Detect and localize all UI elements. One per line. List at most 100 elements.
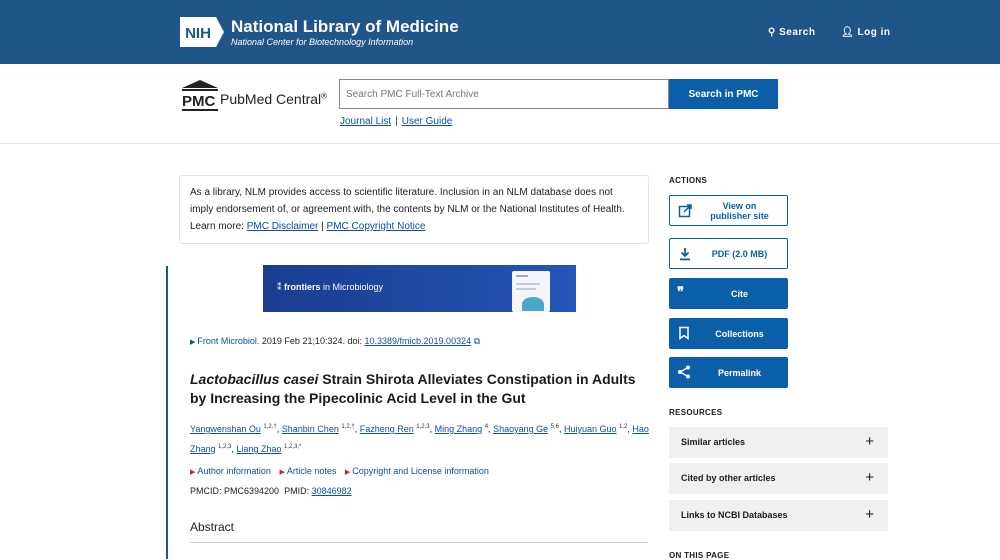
cite-label: Cite [730, 288, 748, 299]
site-title[interactable]: National Library of Medicine [231, 17, 459, 37]
caret-right-icon: ▶ [190, 469, 196, 476]
title-species: Lactobacillus casei [190, 371, 319, 387]
cite-button[interactable]: ❞ Cite [669, 278, 788, 309]
caret-right-icon: ▶ [344, 469, 351, 476]
author-affiliation: 1,2,† [341, 424, 355, 430]
banner-text: ⁑ frontiers in Microbiology [277, 282, 383, 293]
external-link-icon: ⧉ [471, 336, 481, 346]
journal-list-link[interactable]: Journal List [340, 116, 391, 127]
disclaimer-learn-more: Learn more: PMC Disclaimer | PMC Copyrig… [190, 218, 638, 235]
pmc-search-input[interactable] [339, 79, 669, 109]
author-link[interactable]: Shaoyang Ge [493, 424, 548, 434]
pmcid-text: PMCID: PMC6394200 [190, 486, 280, 496]
article-meta-links: ▶ Author information ▶ Article notes ▶ Copy… [190, 466, 495, 476]
author-affiliation: 4 [484, 424, 489, 430]
author-affiliation: 1,2,3 [218, 444, 232, 450]
article-title: Lactobacillus casei Strain Shirota Allev… [190, 370, 640, 408]
article-notes-label: Article notes [286, 466, 337, 476]
author-list: Yangwenshan Ou 1,2,†, Shanbin Chen 1,2,†… [190, 424, 649, 454]
pmc-name-text: PubMed Central [220, 91, 322, 107]
abstract-heading: Abstract [190, 520, 648, 543]
author-info-label: Author information [197, 466, 271, 476]
nlm-disclaimer-box: As a library, NLM provides access to sci… [179, 175, 649, 244]
author-link[interactable]: Liang Zhao [236, 444, 281, 454]
journal-link[interactable]: Front Microbiol. [197, 336, 259, 346]
author-link[interactable]: Shanbin Chen [282, 424, 339, 434]
pdf-label: PDF (2.0 MB) [711, 248, 768, 259]
collections-label: Collections [715, 328, 764, 339]
resources-heading: RESOURCES [669, 408, 723, 417]
article-ids: PMCID: PMC6394200 PMID: 30846982 [190, 486, 352, 496]
expand-plus-icon: + [865, 506, 874, 523]
top-header-bar: NIH National Library of Medicine Nationa… [0, 0, 1000, 64]
registered-mark: ® [321, 91, 328, 101]
author-link[interactable]: Yangwenshan Ou [190, 424, 261, 434]
header-search-label: Search [779, 27, 816, 38]
nih-logo-icon[interactable]: NIH [180, 17, 224, 47]
caret-right-icon: ▶ [190, 339, 196, 346]
permalink-label: Permalink [717, 367, 762, 378]
quote-icon: ❞ [677, 284, 684, 299]
author-link[interactable]: Huiyuan Guo [564, 424, 617, 434]
banner-journal: in Microbiology [320, 282, 384, 292]
author-affiliation: 1,2 [619, 424, 628, 430]
login-label: Log in [857, 27, 891, 38]
cited-by-accordion[interactable]: Cited by other articles + [669, 463, 888, 494]
cited-by-label: Cited by other articles [681, 473, 776, 483]
pmid-label: PMID: [284, 486, 312, 496]
user-icon: 👤︎ [841, 27, 858, 38]
author-link[interactable]: Ming Zhang [435, 424, 483, 434]
actions-heading: ACTIONS [669, 176, 708, 185]
nih-logo-text: NIH [185, 25, 211, 42]
view-publisher-button[interactable]: View on publisher site [669, 195, 788, 226]
pmc-logo-name[interactable]: PubMed Central® [220, 91, 327, 107]
banner-brand: frontiers [284, 282, 321, 292]
article-notes-toggle[interactable]: ▶ Article notes [279, 466, 336, 476]
frontiers-icon: ⁑ [277, 282, 285, 292]
author-affiliation: 5,6 [550, 424, 559, 430]
collections-button[interactable]: Collections [669, 318, 788, 349]
bookmark-icon [679, 326, 689, 340]
disclaimer-line-1: As a library, NLM provides access to sci… [190, 187, 613, 198]
doi-link[interactable]: 10.3389/fmicb.2019.00324 [365, 336, 472, 346]
author-affiliation: 1,2,3,* [283, 444, 302, 450]
author-link[interactable]: Fazheng Ren [360, 424, 414, 434]
pmid-link[interactable]: 30846982 [312, 486, 352, 496]
ncbi-links-label: Links to NCBI Databases [681, 510, 788, 520]
pmc-disclaimer-link[interactable]: PMC Disclaimer [247, 221, 319, 232]
disclaimer-line-2: imply endorsement of, or agreement with,… [190, 204, 625, 215]
search-links: Journal List | User Guide [340, 116, 452, 127]
disclaimer-sep: | [318, 221, 327, 232]
expand-plus-icon: + [865, 433, 874, 450]
citation-text: 2019 Feb 21;10:324. doi: [259, 336, 365, 346]
permalink-button[interactable]: Permalink [669, 357, 788, 388]
author-information-toggle[interactable]: ▶ Author information [190, 466, 271, 476]
author-affiliation: 1,2,† [263, 424, 277, 430]
search-in-pmc-button[interactable]: Search in PMC [669, 79, 778, 109]
journal-banner[interactable]: ⁑ frontiers in Microbiology [263, 265, 576, 312]
article-citation: ▶ Front Microbiol. 2019 Feb 21;10:324. do… [190, 336, 480, 347]
learn-more-label: Learn more: [190, 221, 247, 232]
author-affiliation: 1,2,3 [416, 424, 430, 430]
pdf-download-button[interactable]: PDF (2.0 MB) [669, 238, 788, 269]
header-search-link[interactable]: ⚲ Search [768, 27, 815, 38]
download-icon [680, 248, 690, 261]
pmc-logo-abbr: PMC [182, 93, 216, 110]
similar-articles-label: Similar articles [681, 437, 746, 447]
external-link-icon [678, 204, 692, 218]
pmc-copyright-link[interactable]: PMC Copyright Notice [327, 221, 426, 232]
caret-right-icon: ▶ [279, 469, 285, 476]
ncbi-links-accordion[interactable]: Links to NCBI Databases + [669, 500, 888, 531]
journal-cover-image [512, 271, 550, 312]
share-icon [678, 365, 690, 379]
login-link[interactable]: 👤︎ Log in [841, 27, 890, 38]
copyright-toggle[interactable]: ▶ Copyright and License information [345, 466, 489, 476]
article-left-rule [166, 266, 168, 559]
copyright-label: Copyright and License information [352, 466, 489, 476]
search-icon: ⚲ [768, 27, 780, 38]
pmc-search-row: PMC PubMed Central® Search in PMC Journa… [0, 64, 1000, 144]
link-separator: | [395, 116, 398, 127]
user-guide-link[interactable]: User Guide [402, 116, 453, 127]
site-subtitle: National Center for Biotechnology Inform… [231, 37, 414, 47]
similar-articles-accordion[interactable]: Similar articles + [669, 427, 888, 458]
